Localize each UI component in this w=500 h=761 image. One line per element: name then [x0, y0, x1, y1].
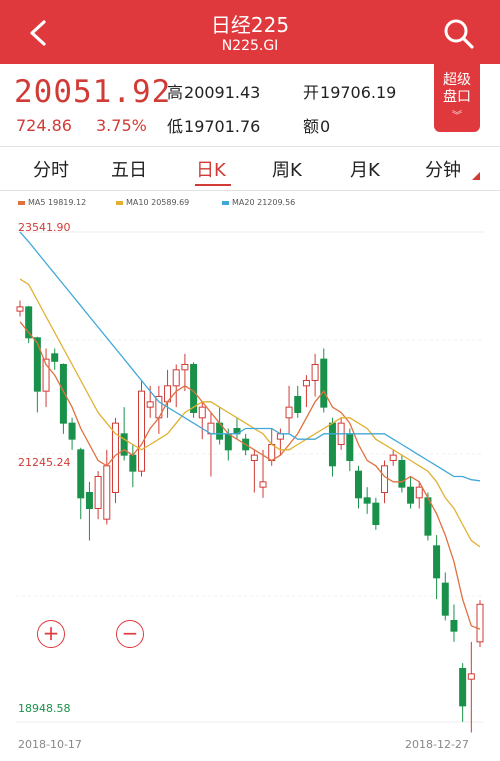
divider [0, 146, 500, 147]
candle-down [328, 422, 336, 467]
candle-down [51, 353, 59, 362]
legend-label: MA5 19819.12 [28, 198, 87, 207]
candle-up [276, 433, 284, 440]
candle-down [459, 668, 467, 707]
candle-down [372, 502, 380, 525]
zoom-in-button[interactable]: + [37, 620, 65, 648]
y-mid-label: 21245.24 [18, 456, 71, 469]
dropdown-arrow-icon[interactable] [472, 172, 480, 180]
high-field: 高20091.43 [167, 79, 260, 103]
ma-lines-layer [19, 231, 481, 630]
candle-up [467, 673, 475, 680]
candle-up [268, 443, 276, 461]
low-label: 低 [167, 117, 184, 136]
tab-intraday[interactable]: 分时 [33, 156, 69, 182]
candle-down [68, 422, 76, 440]
legend-ma5: MA5 19819.12 [18, 198, 86, 207]
high-label: 高 [167, 83, 184, 102]
legend-ma20: MA20 21209.56 [222, 198, 295, 207]
candle-down [320, 358, 328, 408]
badge-line-1: 超级 [443, 72, 471, 88]
candle-down [363, 497, 371, 504]
candle-up [181, 363, 189, 371]
candle-down [77, 449, 85, 499]
period-tabs: 分时 五日 日K 周K 月K 分钟 [0, 150, 500, 188]
candle-up [381, 465, 389, 493]
candle-up [94, 475, 102, 509]
header-bar: 日经225 N225.GI [0, 0, 500, 64]
y-max-label: 23541.90 [18, 221, 71, 234]
candle-up [389, 454, 397, 461]
quote-panel: 20051.92 724.86 3.75% 高20091.43 开19706.1… [0, 64, 500, 146]
zoom-out-button[interactable]: − [116, 620, 144, 648]
candle-up [16, 306, 24, 312]
candle-up [311, 363, 319, 381]
candle-down [294, 395, 302, 413]
tab-minute[interactable]: 分钟 [425, 156, 461, 182]
high-value: 20091.43 [184, 83, 261, 102]
legend-swatch [222, 200, 229, 205]
candle-down [85, 491, 93, 509]
y-min-label: 18948.58 [18, 702, 71, 715]
amount-label: 额 [303, 117, 320, 136]
candle-down [346, 433, 354, 461]
ma5-line [19, 321, 481, 630]
tab-daily-k[interactable]: 日K [196, 156, 226, 182]
search-icon[interactable] [442, 17, 476, 51]
candles-layer [16, 300, 484, 733]
amount-field: 额0 [303, 113, 330, 137]
candle-down [129, 454, 137, 472]
last-price: 20051.92 [14, 74, 172, 110]
chart-grid [16, 231, 484, 723]
candle-up [198, 406, 206, 419]
low-value: 19701.76 [184, 117, 261, 136]
candle-down [450, 620, 458, 632]
candle-down [424, 497, 432, 536]
amount-value: 0 [320, 117, 331, 136]
open-label: 开 [303, 83, 320, 102]
legend-label: MA10 20589.69 [126, 198, 190, 207]
open-field: 开19706.19 [303, 79, 396, 103]
low-field: 低19701.76 [167, 113, 260, 137]
page-subtitle: N225.GI [221, 38, 279, 54]
candle-up [172, 369, 180, 387]
candle-up [146, 401, 154, 408]
divider [0, 190, 500, 191]
badge-line-2: 盘口 [443, 89, 471, 105]
candle-up [259, 481, 267, 488]
candle-up [103, 465, 111, 520]
candle-down [398, 459, 406, 488]
tab-monthly-k[interactable]: 月K [350, 156, 380, 182]
kline-chart[interactable] [0, 214, 500, 734]
super-orderbook-button[interactable]: 超级 盘口 ︾ [434, 64, 480, 132]
active-tab-indicator [195, 184, 231, 186]
x-end-label: 2018-12-27 [405, 738, 469, 751]
candle-up [250, 454, 258, 461]
price-change-percent: 3.75% [96, 116, 147, 135]
legend-label: MA20 21209.56 [232, 198, 296, 207]
price-change: 724.86 [16, 116, 72, 135]
legend-swatch [116, 200, 123, 205]
candle-down [33, 337, 41, 392]
candle-down [407, 486, 415, 504]
candle-up [415, 486, 423, 499]
page-title: 日经225 [210, 13, 290, 37]
candle-up [302, 379, 310, 387]
candle-down [224, 433, 232, 451]
tab-weekly-k[interactable]: 周K [272, 156, 302, 182]
candle-down [120, 433, 128, 456]
candle-up [476, 603, 484, 643]
open-value: 19706.19 [320, 83, 397, 102]
legend-swatch [18, 200, 25, 205]
legend-ma10: MA10 20589.69 [116, 198, 189, 207]
candle-down [354, 470, 362, 499]
candle-down [441, 582, 449, 616]
chevron-down-icon: ︾ [452, 111, 462, 122]
candle-up [285, 406, 293, 419]
x-start-label: 2018-10-17 [18, 738, 82, 751]
candle-down [433, 545, 441, 579]
candle-up [138, 390, 146, 472]
tab-five-day[interactable]: 五日 [111, 156, 147, 182]
